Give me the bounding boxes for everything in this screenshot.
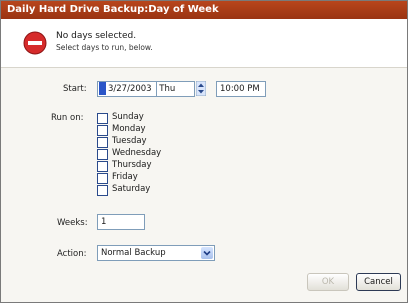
dropdown-button[interactable] bbox=[201, 247, 213, 259]
dialog-window: Daily Hard Drive Backup:Day of Week No d… bbox=[0, 0, 408, 303]
checkbox-icon[interactable] bbox=[97, 149, 108, 160]
checkbox-icon[interactable] bbox=[97, 161, 108, 172]
day-label: Monday bbox=[112, 124, 146, 134]
cancel-button[interactable]: Cancel bbox=[356, 273, 401, 291]
checkbox-icon[interactable] bbox=[97, 113, 108, 124]
day-label: Friday bbox=[112, 172, 138, 182]
weeks-input[interactable]: 1 bbox=[97, 214, 145, 230]
day-label: Tuesday bbox=[112, 136, 147, 146]
stop-icon bbox=[23, 31, 47, 55]
day-label: Thursday bbox=[112, 160, 152, 170]
checkbox-icon[interactable] bbox=[97, 137, 108, 148]
action-select[interactable]: Normal Backup bbox=[97, 245, 215, 261]
start-datetime-picker[interactable]: 3/27/2003 Thu bbox=[97, 81, 195, 97]
start-day-value: Thu bbox=[159, 84, 176, 94]
title-bar: Daily Hard Drive Backup:Day of Week bbox=[1, 1, 407, 19]
date-spinner-icon[interactable] bbox=[196, 81, 206, 96]
start-label: Start: bbox=[63, 84, 87, 94]
chevron-down-icon bbox=[203, 250, 211, 256]
day-label: Saturday bbox=[112, 184, 151, 194]
date-selection-highlight bbox=[99, 82, 106, 95]
action-label: Action: bbox=[57, 249, 87, 259]
day-label: Sunday bbox=[112, 112, 144, 122]
action-value: Normal Backup bbox=[101, 248, 166, 258]
message-detail: Select days to run, below. bbox=[56, 43, 153, 52]
start-time-field[interactable]: 10:00 PM bbox=[216, 81, 266, 97]
checkbox-icon[interactable] bbox=[97, 185, 108, 196]
checkbox-icon[interactable] bbox=[97, 125, 108, 136]
day-label: Wednesday bbox=[112, 148, 162, 158]
message-area: No days selected. Select days to run, be… bbox=[1, 19, 407, 68]
start-date-value: 3/27/2003 bbox=[108, 84, 152, 94]
checkbox-icon[interactable] bbox=[97, 173, 108, 184]
run-on-label: Run on: bbox=[51, 113, 84, 123]
weeks-label: Weeks: bbox=[57, 218, 88, 228]
message-headline: No days selected. bbox=[56, 31, 137, 41]
ok-button[interactable]: OK bbox=[307, 273, 349, 291]
